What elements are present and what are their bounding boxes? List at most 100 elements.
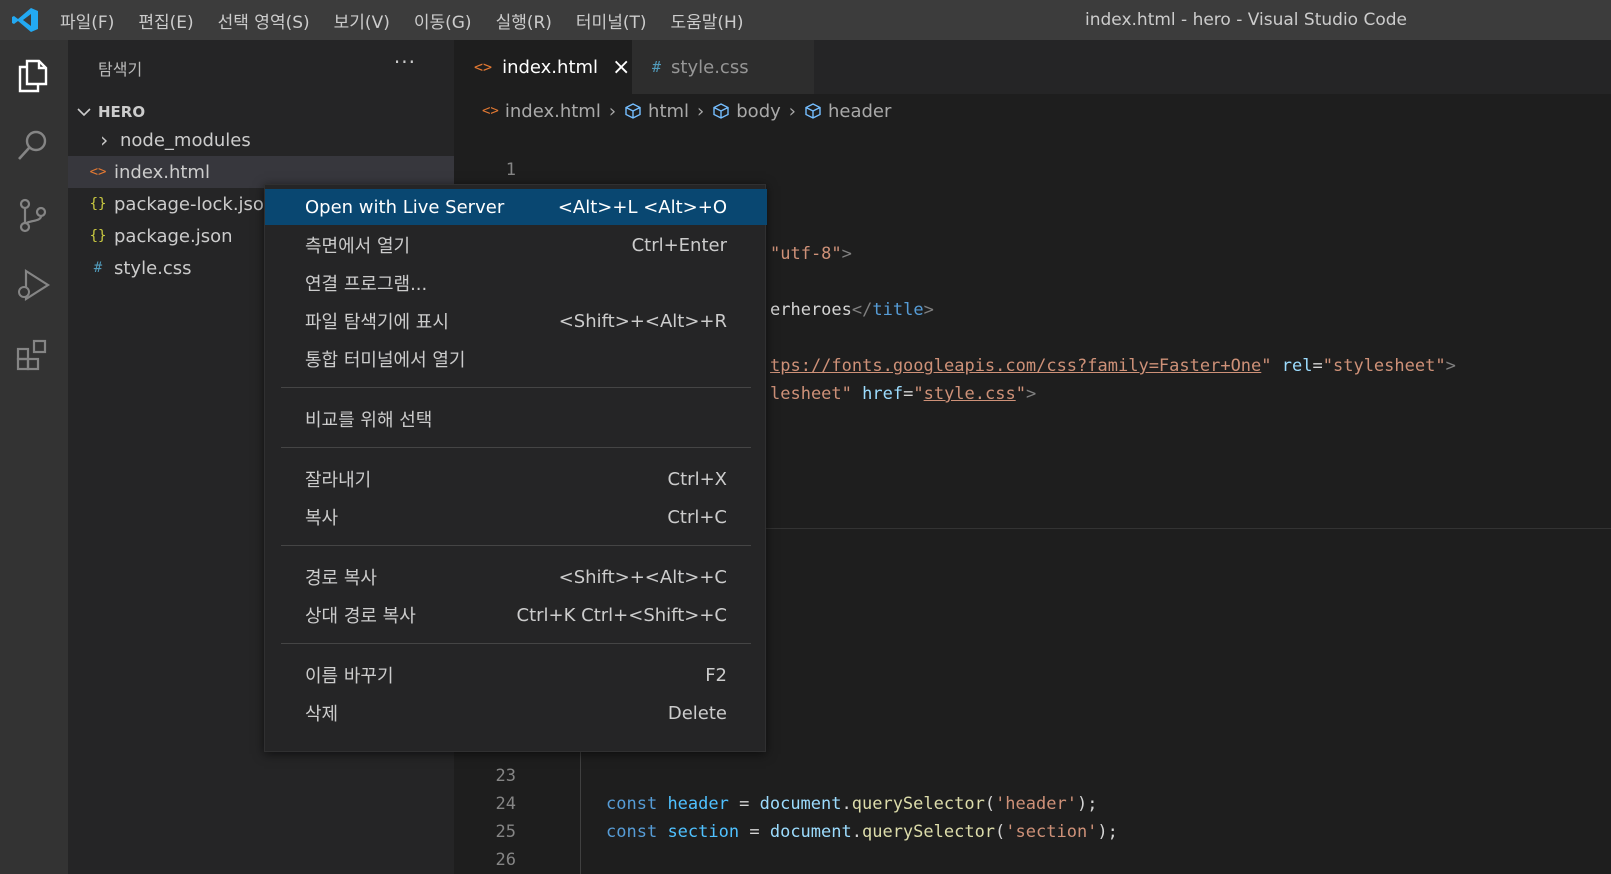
tree-item-label: package-lock.json bbox=[114, 193, 276, 215]
menu-selection[interactable]: 선택 영역(S) bbox=[218, 8, 310, 33]
menu-bar: 파일(F) 편집(E) 선택 영역(S) 보기(V) 이동(G) 실행(R) 터… bbox=[60, 0, 767, 40]
menu-item-rename[interactable]: 이름 바꾸기 F2 bbox=[265, 657, 767, 693]
menu-view[interactable]: 보기(V) bbox=[334, 8, 390, 33]
chevron-right-icon: › bbox=[608, 100, 617, 122]
menu-item-shortcut: <Shift>+<Alt>+C bbox=[558, 566, 727, 588]
menu-item-open-live-server[interactable]: Open with Live Server <Alt>+L <Alt>+O bbox=[265, 189, 767, 225]
menu-item-label: 상대 경로 복사 bbox=[305, 606, 416, 627]
menu-item-copy-relative-path[interactable]: 상대 경로 복사 Ctrl+K Ctrl+<Shift>+C bbox=[265, 597, 767, 633]
chevron-right-icon: › bbox=[788, 100, 796, 122]
breadcrumb-item[interactable]: body bbox=[736, 101, 781, 122]
window-title: index.html - hero - Visual Studio Code bbox=[1085, 10, 1407, 30]
chevron-right-icon: › bbox=[697, 100, 705, 122]
menu-item-shortcut: Delete bbox=[667, 702, 727, 724]
code-line: 2 <html> bbox=[454, 156, 1611, 236]
cube-icon bbox=[805, 103, 821, 119]
sidebar-title: 탐색기 bbox=[98, 60, 143, 79]
close-icon[interactable]: × bbox=[612, 55, 630, 80]
source-control-icon[interactable] bbox=[14, 196, 52, 234]
menu-item-label: 경로 복사 bbox=[305, 568, 377, 589]
menu-item-label: 파일 탐색기에 표시 bbox=[305, 312, 449, 333]
css-file-icon: # bbox=[652, 58, 662, 76]
tab-label: index.html bbox=[502, 56, 599, 78]
search-icon[interactable] bbox=[14, 126, 52, 164]
code-line: 25 bbox=[454, 790, 1611, 842]
editor-tab-bar: <> index.html × # style.css bbox=[454, 40, 1611, 94]
json-file-icon: {} bbox=[89, 228, 107, 244]
menu-item-label: 이름 바꾸기 bbox=[305, 666, 394, 687]
menu-separator bbox=[281, 545, 751, 546]
menu-item-copy-path[interactable]: 경로 복사 <Shift>+<Alt>+C bbox=[265, 559, 767, 595]
menu-go[interactable]: 이동(G) bbox=[414, 8, 472, 33]
menu-item-label: 통합 터미널에서 열기 bbox=[305, 350, 466, 371]
html-file-icon: <> bbox=[89, 164, 107, 180]
menu-separator bbox=[281, 447, 751, 448]
code-line: 1 <!DOCTYPE html> bbox=[454, 128, 1611, 208]
chevron-right-icon: › bbox=[97, 128, 111, 152]
menu-item-cut[interactable]: 잘라내기 Ctrl+X bbox=[265, 461, 767, 497]
menu-item-label: 비교를 위해 선택 bbox=[305, 410, 433, 431]
menu-item-label: 연결 프로그램... bbox=[305, 274, 428, 295]
html-file-icon: <> bbox=[474, 58, 493, 76]
breadcrumb: <> index.html › html › body › header bbox=[454, 94, 891, 128]
vscode-logo-icon bbox=[12, 8, 38, 32]
menu-item-open-in-terminal[interactable]: 통합 터미널에서 열기 bbox=[265, 341, 767, 377]
menu-item-shortcut: Ctrl+C bbox=[667, 506, 727, 528]
more-actions-icon[interactable]: ··· bbox=[394, 50, 416, 74]
menu-file[interactable]: 파일(F) bbox=[60, 8, 114, 33]
menu-item-label: 삭제 bbox=[305, 704, 339, 725]
folder-name: HERO bbox=[98, 103, 146, 121]
menu-item-reveal-in-explorer[interactable]: 파일 탐색기에 표시 <Shift>+<Alt>+R bbox=[265, 303, 767, 339]
menu-help[interactable]: 도움말(H) bbox=[671, 8, 744, 33]
menu-item-shortcut: Ctrl+X bbox=[667, 468, 727, 490]
menu-item-shortcut: F2 bbox=[705, 664, 727, 686]
menu-item-label: 복사 bbox=[305, 508, 339, 529]
menu-item-label: Open with Live Server bbox=[305, 196, 505, 218]
context-menu: Open with Live Server <Alt>+L <Alt>+O 측면… bbox=[264, 184, 767, 752]
menu-edit[interactable]: 편집(E) bbox=[138, 8, 193, 33]
explorer-icon[interactable] bbox=[14, 56, 52, 94]
code-text: "utf-8"> bbox=[770, 244, 852, 264]
menu-run[interactable]: 실행(R) bbox=[496, 8, 552, 33]
menu-separator bbox=[281, 387, 751, 388]
menu-terminal[interactable]: 터미널(T) bbox=[576, 8, 647, 33]
code-text: lesheet" href="style.css"> bbox=[770, 384, 1037, 404]
title-bar: 파일(F) 편집(E) 선택 영역(S) 보기(V) 이동(G) 실행(R) 터… bbox=[0, 0, 1611, 40]
folder-header-hero[interactable]: HERO bbox=[76, 98, 145, 126]
menu-item-open-with[interactable]: 연결 프로그램... bbox=[265, 265, 767, 301]
json-file-icon: {} bbox=[89, 196, 107, 212]
code-line: 24 const section = document.querySelecto… bbox=[454, 762, 1611, 842]
extensions-icon[interactable] bbox=[14, 336, 52, 374]
tree-item-label: index.html bbox=[114, 161, 210, 183]
tree-item-label: style.css bbox=[114, 257, 192, 279]
menu-item-label: 잘라내기 bbox=[305, 470, 372, 491]
breadcrumb-item[interactable]: header bbox=[828, 101, 891, 122]
tab-style-css[interactable]: # style.css bbox=[632, 40, 814, 94]
menu-item-select-for-compare[interactable]: 비교를 위해 선택 bbox=[265, 401, 767, 437]
css-file-icon: # bbox=[93, 260, 103, 276]
html-file-icon: <> bbox=[482, 103, 499, 119]
menu-item-shortcut: Ctrl+Enter bbox=[631, 234, 727, 256]
cube-icon bbox=[625, 103, 641, 119]
menu-item-shortcut: <Shift>+<Alt>+R bbox=[558, 310, 727, 332]
menu-item-delete[interactable]: 삭제 Delete bbox=[265, 695, 767, 731]
menu-item-shortcut: <Alt>+L <Alt>+O bbox=[557, 196, 727, 218]
line-number: 26 bbox=[495, 850, 516, 870]
menu-item-copy[interactable]: 복사 Ctrl+C bbox=[265, 499, 767, 535]
breadcrumb-item[interactable]: html bbox=[648, 101, 689, 122]
breadcrumb-item[interactable]: index.html bbox=[505, 101, 601, 122]
activity-bar bbox=[0, 40, 68, 874]
cube-icon bbox=[713, 103, 729, 119]
run-debug-icon[interactable] bbox=[14, 266, 52, 304]
tree-item-label: package.json bbox=[114, 225, 233, 247]
code-text: erheroes</title> bbox=[770, 300, 934, 320]
tab-label: style.css bbox=[671, 56, 749, 78]
menu-item-label: 측면에서 열기 bbox=[305, 236, 411, 257]
menu-item-open-to-side[interactable]: 측면에서 열기 Ctrl+Enter bbox=[265, 227, 767, 263]
code-line: 26 bbox=[454, 818, 1611, 870]
chevron-down-icon bbox=[77, 108, 91, 117]
tree-item-label: node_modules bbox=[120, 129, 251, 151]
menu-separator bbox=[281, 643, 751, 644]
tab-index-html[interactable]: <> index.html × bbox=[454, 40, 632, 94]
tree-item-node-modules[interactable]: › node_modules bbox=[68, 124, 454, 156]
